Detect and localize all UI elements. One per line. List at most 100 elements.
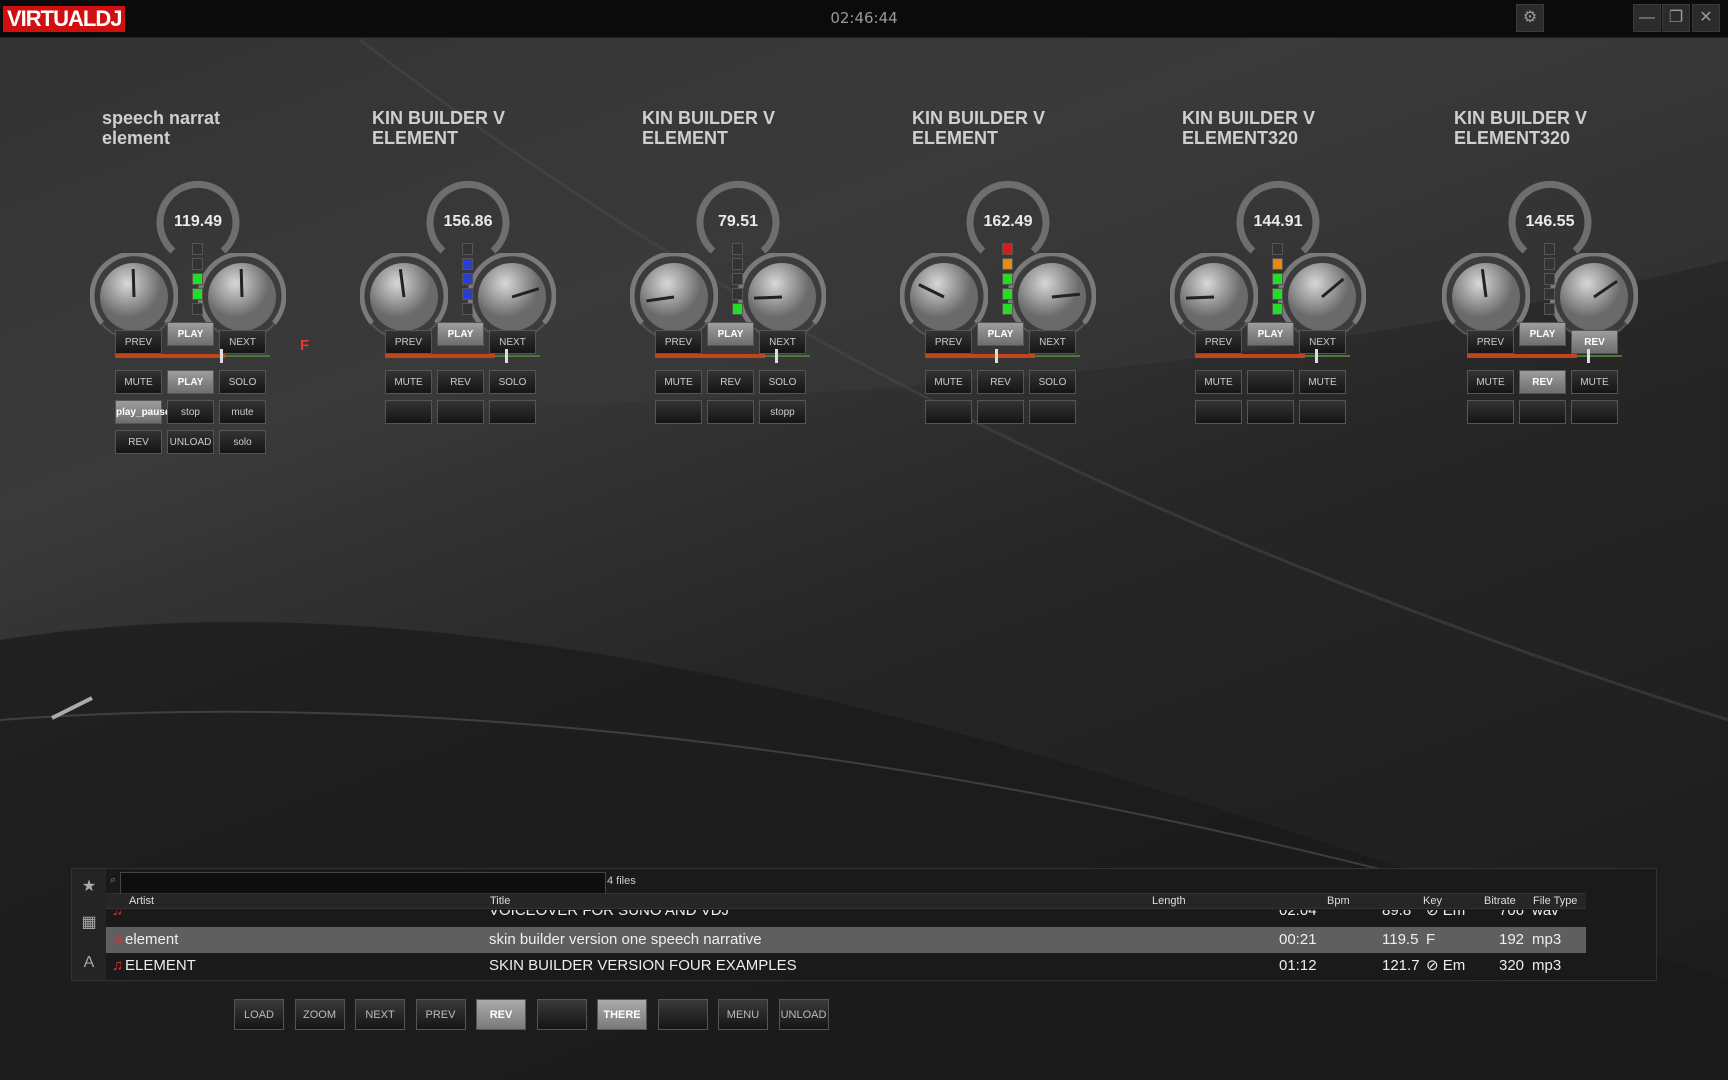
deck-button[interactable]: play_pause <box>115 400 170 424</box>
left-knob[interactable] <box>359 251 449 341</box>
col-artist[interactable]: Artist <box>129 894 154 908</box>
deck-button[interactable]: stop <box>167 400 214 424</box>
deck-button[interactable]: PLAY <box>1519 322 1566 346</box>
deck-button[interactable]: mute <box>219 400 266 424</box>
bottom-button-menu[interactable]: MENU <box>718 999 768 1030</box>
deck-button[interactable]: PLAY <box>167 322 214 346</box>
deck-button[interactable] <box>1195 400 1242 424</box>
scrollbar[interactable] <box>1619 893 1631 975</box>
left-knob[interactable] <box>1169 251 1259 341</box>
minimize-button[interactable]: — <box>1633 4 1661 32</box>
deck-button[interactable]: SOLO <box>1029 370 1076 394</box>
left-knob[interactable] <box>629 251 719 341</box>
deck-button[interactable]: UNLOAD <box>167 430 214 454</box>
deck-button[interactable]: PLAY <box>437 322 484 346</box>
deck-3: KIN BUILDER V ELEMENT 79.51 PREV PLAY NEXT… <box>629 108 840 508</box>
deck-button[interactable] <box>385 400 432 424</box>
deck-button[interactable] <box>977 400 1024 424</box>
star-icon[interactable]: ★ <box>77 875 101 899</box>
deck-button[interactable]: REV <box>707 370 754 394</box>
left-knob[interactable] <box>1441 251 1531 341</box>
deck-button[interactable] <box>1519 400 1566 424</box>
meter-led <box>1544 258 1555 270</box>
button-row <box>925 400 1085 426</box>
deck-button[interactable]: MUTE <box>1299 370 1346 394</box>
deck-button[interactable]: MUTE <box>385 370 432 394</box>
deck-button[interactable]: MUTE <box>1467 370 1514 394</box>
deck-button[interactable]: REV <box>977 370 1024 394</box>
deck-button[interactable] <box>925 400 972 424</box>
bottom-button-prev[interactable]: PREV <box>415 999 466 1030</box>
deck-button[interactable] <box>655 400 702 424</box>
button-row: REV UNLOAD solo <box>115 430 275 456</box>
bottom-button-rev[interactable]: REV <box>476 999 526 1030</box>
text-size-icon[interactable]: A <box>77 951 101 975</box>
deck-button[interactable]: MUTE <box>115 370 162 394</box>
deck-button[interactable]: PLAY <box>977 322 1024 346</box>
table-row[interactable]: ♫ element skin builder version one speec… <box>106 927 1586 953</box>
bottom-button-unload[interactable]: UNLOAD <box>778 999 829 1030</box>
close-button[interactable]: ✕ <box>1692 4 1720 32</box>
deck-button[interactable] <box>1029 400 1076 424</box>
sampler-icon[interactable]: ▦ <box>77 911 101 935</box>
deck-button[interactable]: SOLO <box>759 370 806 394</box>
col-bitrate[interactable]: Bitrate <box>1484 894 1516 908</box>
cell-bpm: 119.5 <box>1382 931 1419 948</box>
bottom-button-blank[interactable] <box>657 999 708 1030</box>
deck-button[interactable]: SOLO <box>219 370 266 394</box>
button-row <box>385 400 545 426</box>
deck-button[interactable] <box>1299 400 1346 424</box>
deck-button[interactable]: solo <box>219 430 266 454</box>
meter-led <box>192 273 203 285</box>
bottom-button-zoom[interactable]: ZOOM <box>294 999 345 1030</box>
button-row: MUTE REV MUTE <box>1467 370 1627 396</box>
meter-led <box>1544 303 1555 315</box>
table-row[interactable]: ♫ VOICEOVER FOR SUNO AND VDJ 02:04 89.8 … <box>106 910 1586 925</box>
deck-button[interactable]: stopp <box>759 400 806 424</box>
deck-button[interactable] <box>1247 400 1294 424</box>
waveform[interactable] <box>115 349 270 363</box>
waveform[interactable] <box>655 349 810 363</box>
deck-button[interactable]: MUTE <box>1195 370 1242 394</box>
deck-button[interactable]: REV <box>115 430 162 454</box>
col-key[interactable]: Key <box>1423 894 1442 908</box>
left-knob[interactable] <box>899 251 989 341</box>
title-bar: VIRTUALDJ 02:46:44 ⚙ — ❐ ✕ <box>0 0 1728 38</box>
deck-title: KIN BUILDER V ELEMENT320 <box>1454 108 1604 148</box>
deck-button[interactable]: PLAY <box>1247 322 1294 346</box>
deck-button[interactable] <box>1467 400 1514 424</box>
deck-button[interactable] <box>707 400 754 424</box>
deck-button[interactable]: PLAY <box>707 322 754 346</box>
browser-sidebar: ★ ▦ A <box>72 869 106 980</box>
deck-button[interactable]: MUTE <box>655 370 702 394</box>
deck-button[interactable]: SOLO <box>489 370 536 394</box>
deck-title-line1: KIN BUILDER V <box>372 108 506 128</box>
deck-button[interactable] <box>1247 370 1294 394</box>
deck-button[interactable]: REV <box>1519 370 1566 394</box>
col-length[interactable]: Length <box>1152 894 1186 908</box>
bottom-button-next[interactable]: NEXT <box>355 999 405 1030</box>
deck-button[interactable]: MUTE <box>925 370 972 394</box>
waveform[interactable] <box>925 349 1080 363</box>
col-bpm[interactable]: Bpm <box>1327 894 1350 908</box>
button-row: MUTE REV SOLO <box>385 370 545 396</box>
left-knob[interactable] <box>89 251 179 341</box>
restore-button[interactable]: ❐ <box>1662 4 1690 32</box>
waveform[interactable] <box>1467 349 1622 363</box>
deck-button[interactable]: MUTE <box>1571 370 1618 394</box>
deck-button[interactable]: PLAY ALL <box>167 370 214 412</box>
deck-button[interactable] <box>1571 400 1618 424</box>
waveform[interactable] <box>385 349 540 363</box>
bottom-button-load[interactable]: LOAD <box>234 999 284 1030</box>
settings-gear-icon[interactable]: ⚙ <box>1516 4 1544 32</box>
col-title[interactable]: Title <box>490 894 510 908</box>
table-row[interactable]: ♫ ELEMENT SKIN BUILDER VERSION FOUR EXAM… <box>106 953 1586 979</box>
col-filetype[interactable]: File Type <box>1533 894 1577 908</box>
bottom-button-there[interactable]: THERE <box>597 999 647 1030</box>
deck-button[interactable] <box>437 400 484 424</box>
waveform[interactable] <box>1195 349 1350 363</box>
search-input[interactable] <box>120 872 606 894</box>
deck-button[interactable] <box>489 400 536 424</box>
deck-button[interactable]: REV <box>437 370 484 394</box>
bottom-button-blank[interactable] <box>536 999 587 1030</box>
